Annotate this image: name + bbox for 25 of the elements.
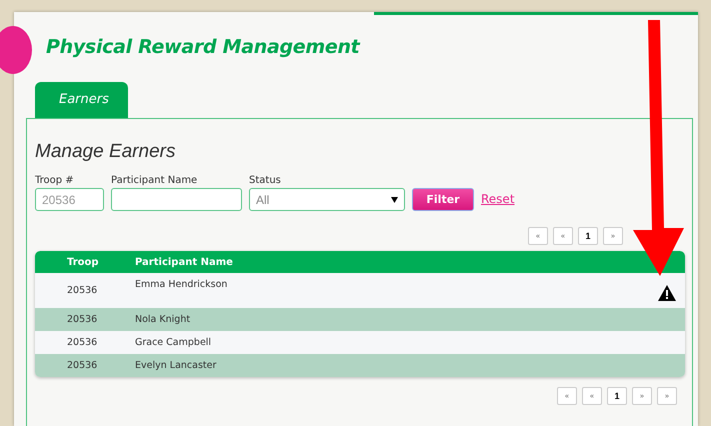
table-cell-text: Grace Campbell	[135, 337, 212, 348]
troop-field[interactable]: 20536	[35, 188, 104, 211]
reset-link[interactable]: Reset	[481, 192, 515, 206]
column-header: Troop	[66, 256, 100, 268]
table-cell-text: 20536	[66, 360, 98, 371]
table-cell-text: Evelyn Lancaster	[135, 360, 218, 371]
status-dropdown[interactable]: All	[249, 188, 405, 211]
table-cell-text: 20536	[66, 337, 98, 348]
page-title: Physical Reward Management	[45, 35, 362, 58]
pager-button[interactable]: 1	[607, 387, 627, 405]
table-cell-text: Emma Hendrickson	[135, 278, 228, 292]
field-label: Participant Name	[111, 175, 198, 186]
table-cell-text: Nola Knight	[135, 314, 192, 325]
field-label: Troop #	[35, 175, 75, 186]
participant-name-field[interactable]	[111, 188, 242, 211]
table-cell-text: 20536	[66, 284, 98, 298]
field-label: Status	[249, 175, 282, 186]
column-header: Participant Name	[135, 256, 234, 268]
table-cell-text: 20536	[66, 314, 98, 325]
filter-button[interactable]: Filter	[412, 188, 474, 211]
dropdown-caret-icon	[391, 196, 398, 202]
pager-button[interactable]: 1	[578, 227, 598, 245]
logo-circle	[0, 26, 32, 74]
tab[interactable]: Earners	[35, 82, 128, 118]
section-heading: Manage Earners	[35, 141, 176, 163]
